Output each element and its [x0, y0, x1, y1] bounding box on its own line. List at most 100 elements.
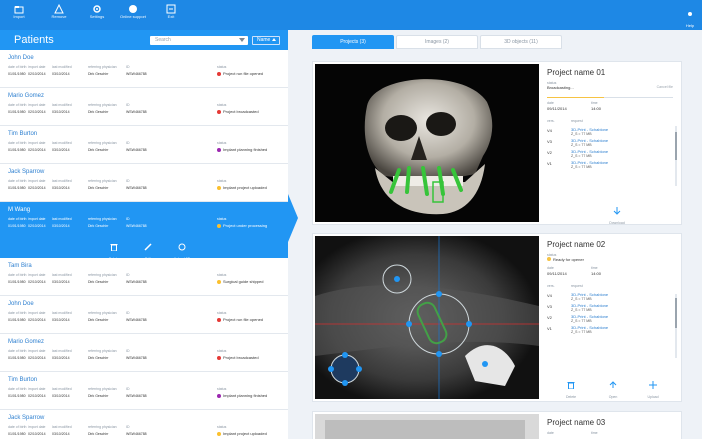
status-badge: Implant planning finished	[217, 393, 267, 398]
cancel-link[interactable]: Cancel file	[657, 85, 673, 89]
patient-row[interactable]: Mario Gomez date of birth import date last …	[0, 88, 288, 126]
sort-arrow-icon	[272, 38, 276, 41]
patient-row[interactable]: Tim Burton date of birth import date last m…	[0, 372, 288, 410]
column-header: last modified	[52, 103, 72, 107]
project-card[interactable]: Project name 01 status Broadcasting... C…	[312, 61, 682, 225]
patient-row[interactable]: Jack Sparrow date of birth import date last…	[0, 164, 288, 202]
status-badge: Project broadcasted	[217, 109, 259, 114]
column-header: ID	[126, 311, 130, 315]
version-row[interactable]: V4 3D-Print - Schablone Z_S = 77 MB	[547, 127, 677, 138]
patient-import: 02/10/2014	[28, 186, 46, 190]
patient-row[interactable]: Mario Gomez date of birth import date last …	[0, 334, 288, 372]
patient-dob: 01/01/1980	[8, 318, 26, 322]
patient-dob: 01/01/1980	[8, 224, 26, 228]
patient-id: WSW466788	[126, 432, 147, 436]
project-card[interactable]: Project name 02 status Ready for opener …	[312, 233, 682, 402]
tab-projects[interactable]: Projects (3)	[312, 35, 394, 49]
status-dot	[217, 355, 221, 360]
patient-modified: 03/10/2014	[52, 394, 70, 398]
status-badge: Project run file opened	[217, 71, 263, 76]
column-header: ID	[126, 65, 130, 69]
patient-name: M Wang	[8, 207, 31, 213]
download-button[interactable]: Download	[605, 202, 629, 225]
project-info: Project name 03 date time	[547, 418, 677, 439]
patient-id: WSW466788	[126, 110, 147, 114]
column-header: referring physician	[88, 387, 117, 391]
column-header: import date	[28, 349, 46, 353]
scrollbar-thumb[interactable]	[675, 298, 677, 328]
scrollbar-thumb[interactable]	[675, 132, 677, 160]
patient-modified: 03/10/2014	[52, 186, 70, 190]
tab-bar: Projects (3) Images (2) 3D objects (11)	[312, 35, 572, 51]
progress-fill	[547, 97, 604, 98]
status-badge: Project run file opened	[217, 317, 263, 322]
search-input[interactable]: Search	[150, 36, 248, 45]
version-row[interactable]: V3 3D-Print - Schablone Z_S = 77 MB	[547, 303, 677, 314]
patient-name: John Doe	[8, 55, 34, 61]
version-row[interactable]: V1 3D-Print - Schablone Z_S = 77 MB	[547, 325, 677, 336]
patient-row[interactable]: John Doe date of birth import date last mod…	[0, 50, 288, 88]
upload-button[interactable]: Upload	[641, 376, 665, 399]
patient-id: WSW466788	[126, 148, 147, 152]
skull-3d-render[interactable]	[315, 64, 539, 222]
version-row[interactable]: V2 3D-Print - Schablone Z_S = 77 MB	[547, 149, 677, 160]
delete-button[interactable]: Delete	[559, 376, 583, 399]
patient-list: John Doe date of birth import date last mod…	[0, 50, 288, 439]
patient-dob: 01/01/1980	[8, 148, 26, 152]
project-thumbnail[interactable]	[315, 414, 539, 439]
patient-import: 02/10/2014	[28, 432, 46, 436]
import-button[interactable]: Import	[4, 3, 34, 27]
patient-row[interactable]: Jack Sparrow date of birth import date last…	[0, 410, 288, 439]
version-row[interactable]: V1 3D-Print - Schablone Z_S = 77 MB	[547, 160, 677, 171]
project-info: Project name 01 status Broadcasting... C…	[547, 68, 677, 171]
patients-title: Patients	[14, 34, 54, 46]
column-header: referring physician	[88, 425, 117, 429]
tab-3d-objects[interactable]: 3D objects (11)	[480, 35, 562, 49]
row-actions: DeleteEditUpload 3D	[100, 238, 200, 261]
status-badge: Project under processing	[217, 223, 267, 228]
column-header: referring physician	[88, 217, 117, 221]
help-button[interactable]: Help	[682, 5, 698, 28]
patient-row[interactable]: Tam Bira date of birth import date last mod…	[0, 258, 288, 296]
pencil-icon	[144, 243, 152, 251]
status-dot	[217, 223, 221, 228]
patient-row[interactable]: Tim Burton date of birth import date last m…	[0, 126, 288, 164]
column-header: import date	[28, 273, 46, 277]
patient-dob: 01/01/1980	[8, 432, 26, 436]
patient-id: WSW466788	[126, 224, 147, 228]
sort-button[interactable]: Name	[252, 36, 280, 45]
column-header: import date	[28, 217, 46, 221]
tab-images[interactable]: Images (2)	[396, 35, 478, 49]
column-header: status	[217, 65, 227, 69]
project-card[interactable]: Project name 03 date time	[312, 411, 682, 439]
status-dot	[217, 147, 221, 152]
version-row[interactable]: V4 3D-Print - Schablone Z_S = 77 MB	[547, 292, 677, 303]
open-button[interactable]: Open	[601, 376, 625, 399]
upload-icon	[649, 381, 657, 389]
column-header: referring physician	[88, 179, 117, 183]
patient-row[interactable]: John Doe date of birth import date last mod…	[0, 296, 288, 334]
project-title: Project name 02	[547, 240, 606, 249]
online-support-button[interactable]: Online support	[118, 3, 148, 27]
patient-modified: 03/10/2014	[52, 110, 70, 114]
column-header: date of birth	[8, 387, 27, 391]
version-row[interactable]: V2 3D-Print - Schablone Z_S = 77 MB	[547, 314, 677, 325]
remove-button[interactable]: Remove	[44, 3, 74, 27]
patient-modified: 03/10/2014	[52, 72, 70, 76]
version-row[interactable]: V3 3D-Print - Schablone Z_S = 77 MB	[547, 138, 677, 149]
status-badge: Implant planning finished	[217, 147, 267, 152]
column-header: status	[217, 425, 227, 429]
project-time: 14:00	[591, 106, 602, 111]
settings-button[interactable]: Settings	[82, 3, 112, 27]
status-badge: Project broadcasted	[217, 355, 259, 360]
column-header: ID	[126, 103, 130, 107]
status-badge: Implant project uploaded	[217, 185, 267, 190]
patient-import: 02/10/2014	[28, 318, 46, 322]
exit-button[interactable]: Exit	[156, 3, 186, 27]
column-header: last modified	[52, 311, 72, 315]
patient-id: WSW466788	[126, 356, 147, 360]
version-list: V4 3D-Print - Schablone Z_S = 77 MB V3 3D-P…	[547, 127, 677, 171]
patient-row[interactable]: M Wang date of birth import date last modif…	[0, 202, 288, 261]
patient-import: 02/10/2014	[28, 148, 46, 152]
ct-scan-view[interactable]	[315, 236, 539, 399]
